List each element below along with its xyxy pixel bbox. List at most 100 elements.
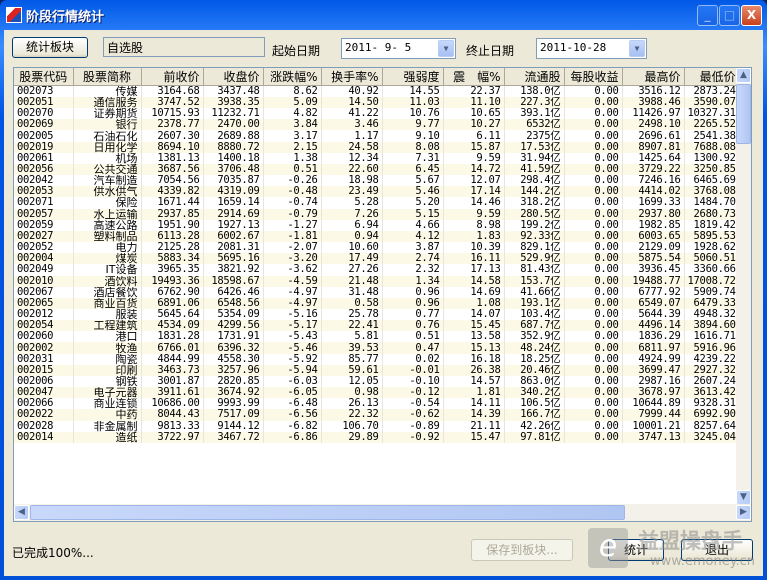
table-cell: 39.53: [321, 342, 383, 354]
table-row[interactable]: 002066 商业连锁 10686.00 9993.99 -6.48 26.13 -0.54…: [14, 398, 740, 410]
minimize-button[interactable]: _: [697, 5, 718, 26]
table-row[interactable]: 002060 港口 1831.28 1731.91 -5.43 5.81 0.51 13.58…: [14, 331, 740, 343]
table-row[interactable]: 002069 银行 2378.77 2470.00 3.84 3.46 9.77 10.27 6…: [14, 119, 740, 131]
scroll-down-icon[interactable]: ▼: [736, 490, 751, 505]
table-cell: 4496.14: [622, 320, 685, 332]
table-row[interactable]: 002015 印刷 3463.73 3257.96 -5.94 59.61 -0.01 26.…: [14, 364, 740, 376]
table-row[interactable]: 002067 酒店餐饮 6762.90 6426.46 -4.97 31.48 0.96 14…: [14, 286, 740, 298]
table-cell: 3.17: [263, 130, 322, 142]
title-bar[interactable]: 阶段行情统计 _ □ X: [0, 0, 767, 30]
table-cell: 26.38: [443, 364, 505, 376]
maximize-button[interactable]: □: [719, 5, 740, 26]
horizontal-scroll-thumb[interactable]: [30, 505, 625, 520]
column-header[interactable]: 最高价: [622, 68, 685, 86]
table-cell: 6549.07: [622, 297, 685, 309]
scroll-left-icon[interactable]: ◀: [14, 505, 29, 520]
table-cell: 529.9亿: [504, 253, 565, 265]
table-cell: 7.26: [321, 208, 383, 220]
table-row[interactable]: 002059 高速公路 1951.90 1927.13 -1.27 6.94 4.66 8.9…: [14, 219, 740, 231]
table-row[interactable]: 002028 非金属制 9813.33 9144.12 -6.82 106.70 -0.89…: [14, 420, 740, 432]
table-row[interactable]: 002047 电子元器 3911.61 3674.92 -6.05 0.98 -0.12 1.…: [14, 387, 740, 399]
table-cell: 中药: [73, 409, 142, 421]
table-cell: 2987.16: [622, 375, 685, 388]
table-row[interactable]: 002019 日用化学 8694.10 8880.72 2.15 24.58 8.08 15.…: [14, 141, 740, 153]
start-date-select[interactable]: 2011- 9- 5 ▼: [341, 38, 456, 59]
table-cell: 8.98: [443, 219, 505, 231]
table-row[interactable]: 002004 煤炭 5883.34 5695.16 -3.20 17.49 2.74 16.1…: [14, 253, 740, 265]
table-row[interactable]: 002031 陶瓷 4844.99 4558.30 -5.92 85.77 0.02 16.1…: [14, 353, 740, 365]
table-row[interactable]: 002002 牧渔 6766.01 6396.32 -5.46 39.53 0.47 15.1…: [14, 342, 740, 354]
chevron-down-icon[interactable]: ▼: [629, 40, 645, 57]
table-cell: 塑料制品: [73, 230, 142, 243]
table-cell: 石油石化: [73, 130, 142, 142]
table-row[interactable]: 002053 供水供气 4339.82 4319.09 -0.48 23.49 5.46 17…: [14, 186, 740, 198]
table-row[interactable]: 002054 工程建筑 4534.09 4299.56 -5.17 22.41 0.76 15…: [14, 320, 740, 332]
column-header[interactable]: 强弱度: [382, 68, 444, 86]
table-row[interactable]: 002057 水上运输 2937.85 2914.69 -0.79 7.26 5.15 9.5…: [14, 208, 740, 220]
table-row[interactable]: 002042 汽车制造 7054.56 7035.87 -0.26 18.98 5.67 12…: [14, 175, 740, 187]
table-cell: 商业百货: [73, 297, 142, 309]
column-header[interactable]: 每股收益: [564, 68, 623, 86]
chevron-down-icon[interactable]: ▼: [438, 40, 454, 57]
column-header[interactable]: 最低价: [684, 68, 740, 86]
table-row[interactable]: 002073 传媒 3164.68 3437.48 8.62 40.92 14.55 22.3…: [14, 85, 740, 97]
block-name-field[interactable]: 自选股: [103, 37, 265, 57]
table-row[interactable]: 002022 中药 8044.43 7517.09 -6.56 22.32 -0.62 14.…: [14, 409, 740, 421]
vertical-scroll-thumb[interactable]: [736, 84, 751, 144]
column-header[interactable]: 流通股: [504, 68, 565, 86]
column-header[interactable]: 股票代码: [14, 68, 74, 86]
table-row[interactable]: 002006 钢铁 3001.87 2820.85 -6.03 12.05 -0.10 14.…: [14, 375, 740, 388]
column-header[interactable]: 股票简称: [73, 68, 142, 86]
column-header[interactable]: 收盘价: [203, 68, 264, 86]
close-button[interactable]: X: [741, 5, 762, 26]
table-cell: 29.89: [321, 431, 383, 443]
table-row[interactable]: 002010 酒饮料 19493.36 18598.67 -4.59 21.48 1.34 1…: [14, 275, 740, 287]
table-cell: 18598.67: [203, 275, 264, 287]
column-header[interactable]: 前收价: [141, 68, 204, 86]
table-row[interactable]: 002005 石油石化 2607.30 2689.88 3.17 1.17 9.10 6.11…: [14, 130, 740, 142]
table-cell: 199.2亿: [504, 219, 565, 231]
table-cell: 4.66: [382, 219, 444, 231]
table-cell: 0.00: [564, 186, 623, 198]
horizontal-scrollbar[interactable]: ◀ ▶: [14, 504, 751, 521]
table-cell: 0.00: [564, 197, 623, 209]
table-cell: 9.59: [443, 152, 505, 164]
table-row[interactable]: 002070 证券期货 10715.93 11232.71 4.82 41.22 10.76…: [14, 108, 740, 120]
table-cell: 002070: [14, 108, 74, 120]
table-cell: 002010: [14, 275, 74, 287]
table-cell: -0.10: [382, 375, 444, 388]
table-row[interactable]: 002027 塑料制品 6113.28 6002.67 -1.81 0.94 4.12 1.8…: [14, 230, 740, 243]
table-cell: 5.28: [321, 197, 383, 209]
table-cell: 7.31: [382, 152, 444, 164]
table-cell: 002022: [14, 409, 74, 421]
column-header[interactable]: 换手率%: [321, 68, 383, 86]
table-row[interactable]: 002065 商业百货 6891.06 6548.56 -4.97 0.58 0.96 1.0…: [14, 297, 740, 309]
table-cell: 6891.06: [141, 297, 204, 309]
scroll-up-icon[interactable]: ▲: [736, 68, 751, 83]
table-row[interactable]: 002051 通信服务 3747.52 3938.35 5.09 14.50 11.03 11…: [14, 97, 740, 109]
table-row[interactable]: 002056 公共交通 3687.56 3706.48 0.51 22.60 6.45 14.…: [14, 163, 740, 176]
table-cell: 1.17: [321, 130, 383, 142]
column-header[interactable]: 涨跌幅%: [263, 68, 322, 86]
table-row[interactable]: 002012 服装 5645.64 5354.09 -5.16 25.78 0.77 14.0…: [14, 308, 740, 321]
table-row[interactable]: 002071 保险 1671.44 1659.14 -0.74 5.28 5.20 14.46…: [14, 197, 740, 209]
table-row[interactable]: 002052 电力 2125.28 2081.31 -2.07 10.60 3.87 10.3…: [14, 242, 740, 254]
scroll-right-icon[interactable]: ▶: [736, 505, 751, 520]
table-cell: 1616.71: [684, 331, 740, 343]
stat-block-button[interactable]: 统计板块: [12, 37, 88, 58]
table-row[interactable]: 002014 造纸 3722.97 3467.72 -6.86 29.89 -0.92 15.…: [14, 431, 740, 443]
table-row[interactable]: 002061 机场 1381.13 1400.18 1.38 12.34 7.31 9.59 3…: [14, 152, 740, 164]
end-date-select[interactable]: 2011-10-28 ▼: [536, 38, 647, 59]
table-row[interactable]: 002049 IT设备 3965.35 3821.92 -3.62 27.26 2.32 17…: [14, 264, 740, 276]
vertical-scrollbar[interactable]: ▲ ▼: [736, 68, 751, 505]
table-cell: 7246.16: [622, 175, 685, 187]
save-to-block-button[interactable]: 保存到板块...: [471, 539, 573, 561]
table-cell: 3467.72: [203, 431, 264, 443]
column-header[interactable]: 震 幅%: [443, 68, 505, 86]
table-cell: 14.58: [443, 275, 505, 287]
table-cell: 6426.46: [203, 286, 264, 298]
table-cell: 18.25亿: [504, 353, 565, 365]
table-cell: 0.00: [564, 163, 623, 176]
table-cell: 2375亿: [504, 130, 565, 142]
table-cell: 3938.35: [203, 97, 264, 109]
